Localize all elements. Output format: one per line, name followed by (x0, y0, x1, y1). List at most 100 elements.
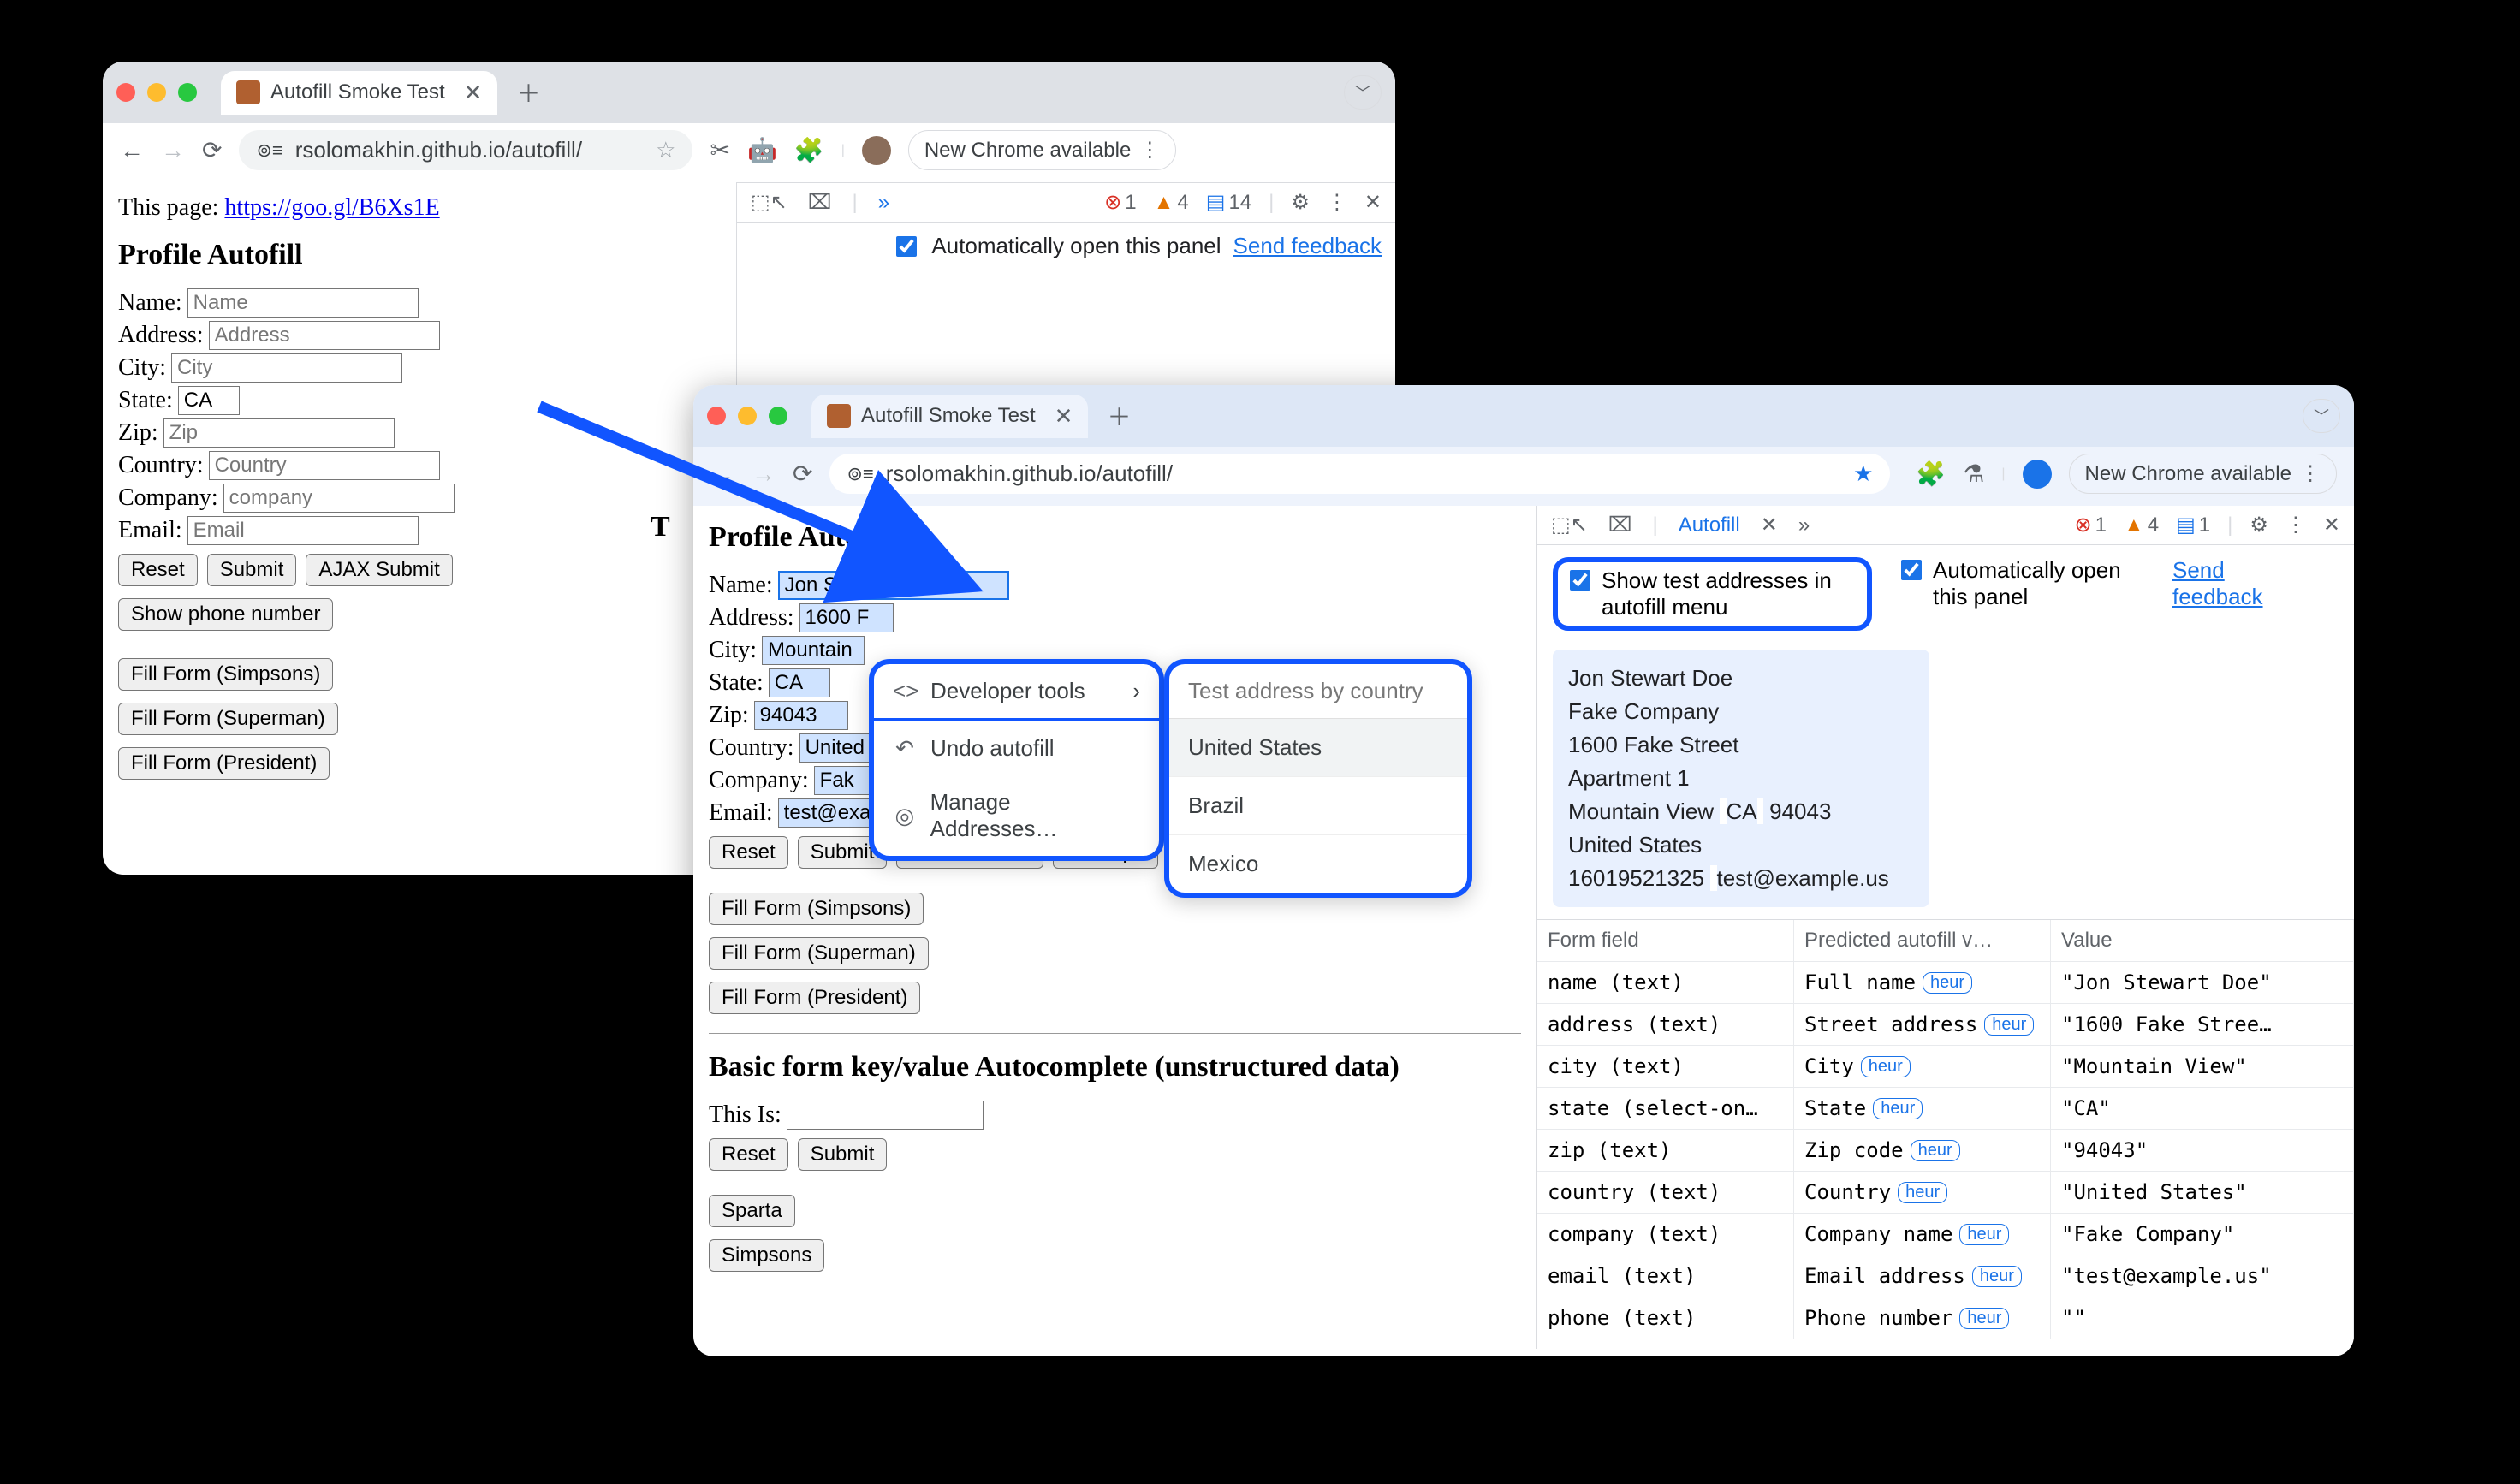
send-feedback-link[interactable]: Send feedback (2172, 557, 2284, 610)
submenu-us[interactable]: United States (1169, 719, 1467, 777)
scissors-icon[interactable]: ✂ (710, 136, 729, 164)
device-icon[interactable]: ⌧ (1608, 513, 1632, 537)
email-input[interactable] (187, 516, 419, 545)
extensions-icon[interactable]: 🧩 (794, 136, 824, 164)
error-icon[interactable]: ⊗ (1104, 190, 1121, 215)
tabs-menu-button[interactable]: ﹀ (1344, 75, 1382, 110)
show-phone-button[interactable]: Show phone number (118, 598, 333, 631)
table-row[interactable]: email (text)Email address heur"test@exam… (1537, 1255, 2354, 1297)
table-row[interactable]: phone (text)Phone number heur"" (1537, 1297, 2354, 1339)
msg-icon[interactable]: ▤ (2176, 513, 2196, 537)
bookmark-icon[interactable]: ☆ (656, 137, 675, 163)
address-bar[interactable]: ⊚≡ rsolomakhin.github.io/autofill/ ☆ (239, 130, 692, 170)
basic-submit-button[interactable]: Submit (798, 1138, 888, 1171)
city-input[interactable] (762, 636, 865, 665)
state-select[interactable] (178, 386, 240, 415)
address-input[interactable] (799, 603, 894, 632)
reload-button[interactable]: ⟳ (793, 460, 812, 488)
submit-button[interactable]: Submit (207, 554, 297, 586)
reset-button[interactable]: Reset (709, 836, 788, 869)
tab-close-icon[interactable]: ✕ (1055, 403, 1073, 430)
profile-avatar[interactable] (862, 136, 891, 165)
show-test-addresses-checkbox[interactable] (1570, 570, 1590, 591)
show-test-addresses-option[interactable]: Show test addresses in autofill menu (1553, 557, 1872, 631)
submenu-mexico[interactable]: Mexico (1169, 835, 1467, 893)
msg-icon[interactable]: ▤ (1206, 190, 1226, 215)
menu-undo-row[interactable]: ↶ Undo autofill (874, 721, 1159, 775)
menu-manage-row[interactable]: ◎ Manage Addresses… (874, 775, 1159, 856)
address-bar[interactable]: ⊚≡ rsolomakhin.github.io/autofill/ ★ (829, 454, 1890, 494)
this-page-link[interactable]: https://goo.gl/B6Xs1E (224, 194, 439, 221)
table-row[interactable]: name (text)Full name heur"Jon Stewart Do… (1537, 962, 2354, 1004)
send-feedback-link[interactable]: Send feedback (1233, 233, 1382, 259)
extensions-icon[interactable]: 🧩 (1916, 460, 1946, 488)
fill-president-button[interactable]: Fill Form (President) (118, 747, 330, 780)
new-tab-button[interactable]: ＋ (516, 75, 540, 110)
back-button[interactable]: ← (710, 460, 734, 488)
reset-button[interactable]: Reset (118, 554, 198, 586)
fill-simpsons-button[interactable]: Fill Form (Simpsons) (118, 658, 333, 691)
robot-icon[interactable]: 🤖 (747, 136, 777, 164)
devtools-menu-icon[interactable]: ⋮ (1327, 190, 1347, 215)
table-row[interactable]: city (text)City heur"Mountain View" (1537, 1046, 2354, 1088)
more-tabs-icon[interactable]: » (1798, 513, 1810, 537)
company-input[interactable] (223, 484, 455, 513)
table-row[interactable]: company (text)Company name heur"Fake Com… (1537, 1214, 2354, 1255)
back-button[interactable]: ← (120, 137, 144, 164)
zip-input[interactable] (163, 418, 395, 448)
new-tab-button[interactable]: ＋ (1107, 399, 1131, 433)
inspect-icon[interactable]: ⬚↖ (751, 190, 788, 215)
site-info-icon[interactable]: ⊚≡ (847, 463, 873, 485)
fill-simpsons-button[interactable]: Fill Form (Simpsons) (709, 893, 924, 925)
tab-autofill[interactable]: Autofill (1679, 513, 1740, 537)
tab-close-icon[interactable]: ✕ (464, 80, 483, 106)
table-row[interactable]: zip (text)Zip code heur"94043" (1537, 1130, 2354, 1172)
site-info-icon[interactable]: ⊚≡ (256, 139, 282, 162)
inspect-icon[interactable]: ⬚↖ (1551, 513, 1588, 537)
devtools-close-icon[interactable]: ✕ (2323, 513, 2340, 537)
warn-icon[interactable]: ▲ (2124, 513, 2144, 537)
device-icon[interactable]: ⌧ (808, 190, 832, 215)
fill-superman-button[interactable]: Fill Form (Superman) (709, 937, 929, 970)
maximize-window-icon[interactable] (178, 83, 197, 102)
error-icon[interactable]: ⊗ (2075, 513, 2092, 537)
settings-icon[interactable]: ⚙ (2250, 513, 2268, 537)
submenu-brazil[interactable]: Brazil (1169, 777, 1467, 835)
sparta-button[interactable]: Sparta (709, 1195, 795, 1227)
chrome-menu-icon[interactable]: ⋮ (1139, 138, 1160, 163)
address-input[interactable] (209, 321, 440, 350)
maximize-window-icon[interactable] (769, 407, 788, 425)
zip-input[interactable] (754, 701, 848, 730)
table-row[interactable]: country (text)Country heur"United States… (1537, 1172, 2354, 1214)
table-row[interactable]: address (text)Street address heur"1600 F… (1537, 1004, 2354, 1046)
country-input[interactable] (209, 451, 440, 480)
name-input[interactable] (778, 571, 1009, 600)
minimize-window-icon[interactable] (738, 407, 757, 425)
warn-icon[interactable]: ▲ (1154, 191, 1174, 215)
fill-superman-button[interactable]: Fill Form (Superman) (118, 703, 338, 735)
devtools-close-icon[interactable]: ✕ (1364, 190, 1382, 215)
settings-icon[interactable]: ⚙ (1291, 190, 1310, 215)
browser-tab[interactable]: Autofill Smoke Test ✕ (811, 395, 1088, 438)
state-select[interactable] (769, 668, 830, 697)
tabs-menu-button[interactable]: ﹀ (2303, 399, 2340, 433)
close-window-icon[interactable] (116, 83, 135, 102)
auto-open-checkbox[interactable] (1901, 560, 1922, 580)
close-window-icon[interactable] (707, 407, 726, 425)
menu-devtools-row[interactable]: <> Developer tools › (874, 664, 1159, 721)
simpsons-button[interactable]: Simpsons (709, 1239, 824, 1272)
this-is-input[interactable] (787, 1101, 984, 1130)
tab-close-icon[interactable]: ✕ (1761, 513, 1778, 537)
chrome-menu-icon[interactable]: ⋮ (2300, 461, 2321, 486)
browser-tab[interactable]: Autofill Smoke Test ✕ (221, 71, 497, 115)
new-chrome-pill[interactable]: New Chrome available ⋮ (2069, 454, 2337, 494)
devtools-menu-icon[interactable]: ⋮ (2285, 513, 2306, 537)
ajax-submit-button[interactable]: AJAX Submit (306, 554, 452, 586)
bookmark-icon[interactable]: ★ (1853, 460, 1873, 487)
auto-open-checkbox[interactable] (896, 236, 917, 257)
city-input[interactable] (171, 353, 402, 383)
new-chrome-pill[interactable]: New Chrome available ⋮ (908, 130, 1176, 170)
reload-button[interactable]: ⟳ (202, 136, 222, 164)
more-tabs-icon[interactable]: » (878, 191, 889, 215)
basic-reset-button[interactable]: Reset (709, 1138, 788, 1171)
